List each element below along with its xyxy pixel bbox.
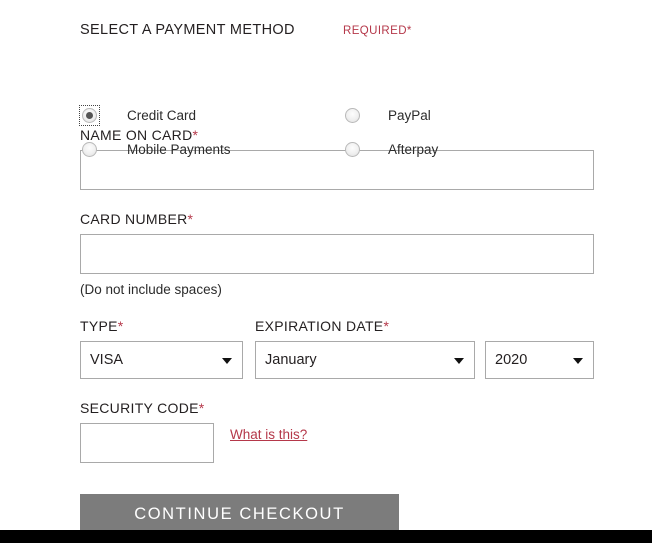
radio-icon-mobile-payments[interactable] <box>80 140 99 159</box>
label-security-code: SECURITY CODE* <box>80 399 594 417</box>
card-number-input[interactable] <box>80 234 594 274</box>
radio-option-afterpay[interactable]: Afterpay <box>343 139 438 159</box>
card-type-selected-value: VISA <box>90 352 124 368</box>
field-security-code: SECURITY CODE* What is this? <box>80 399 594 463</box>
radio-icon-afterpay[interactable] <box>343 140 362 159</box>
required-badge: REQUIRED* <box>343 25 412 37</box>
expiration-month-selected-value: January <box>265 352 317 368</box>
continue-checkout-button[interactable]: Continue Checkout <box>80 494 399 534</box>
card-type-select[interactable]: VISA <box>80 341 243 379</box>
security-code-input[interactable] <box>80 423 214 463</box>
expiration-month-select[interactable]: January <box>255 341 475 379</box>
field-card-type: TYPE* VISA <box>80 317 243 383</box>
radio-label-mobile-payments: Mobile Payments <box>127 141 231 157</box>
security-code-help-link[interactable]: What is this? <box>230 427 307 442</box>
payment-form: SELECT A PAYMENT METHOD REQUIRED* Credit… <box>79 22 594 534</box>
field-card-number: CARD NUMBER* (Do not include spaces) <box>80 210 594 297</box>
label-card-number: CARD NUMBER* <box>80 210 594 228</box>
chevron-down-icon <box>222 358 232 364</box>
chevron-down-icon <box>454 358 464 364</box>
required-asterisk: * <box>117 318 124 334</box>
label-card-type-text: TYPE <box>80 318 118 334</box>
required-asterisk: * <box>198 400 205 416</box>
section-header: SELECT A PAYMENT METHOD REQUIRED* <box>80 22 594 44</box>
radio-icon-paypal[interactable] <box>343 106 362 125</box>
field-expiration-date: EXPIRATION DATE* January 2020 <box>255 317 594 379</box>
page-title: SELECT A PAYMENT METHOD <box>80 22 295 38</box>
footer-bar <box>0 530 652 543</box>
payment-form-page: SELECT A PAYMENT METHOD REQUIRED* Credit… <box>0 0 652 534</box>
chevron-down-icon <box>573 358 583 364</box>
label-expiration-date-text: EXPIRATION DATE <box>255 318 384 334</box>
radio-label-credit-card: Credit Card <box>127 107 197 123</box>
expiration-year-select[interactable]: 2020 <box>485 341 594 379</box>
expiration-selects: January 2020 <box>255 341 594 379</box>
required-asterisk: * <box>187 211 194 227</box>
card-type-expiration-row: TYPE* VISA EXPIRATION DATE* January 2020 <box>80 317 594 379</box>
radio-option-mobile-payments[interactable]: Mobile Payments <box>80 139 231 159</box>
radio-option-paypal[interactable]: PayPal <box>343 105 431 125</box>
radio-option-credit-card[interactable]: Credit Card <box>79 104 197 126</box>
payment-method-radio-group: Credit Card PayPal Mobile Payments After… <box>79 60 500 157</box>
label-security-code-text: SECURITY CODE <box>80 400 199 416</box>
card-number-hint: (Do not include spaces) <box>80 282 222 297</box>
label-expiration-date: EXPIRATION DATE* <box>255 317 594 335</box>
label-card-number-text: CARD NUMBER <box>80 211 188 227</box>
label-card-type: TYPE* <box>80 317 243 335</box>
radio-icon-credit-card[interactable] <box>79 104 100 126</box>
required-asterisk: * <box>383 318 390 334</box>
radio-label-paypal: PayPal <box>388 107 431 123</box>
radio-label-afterpay: Afterpay <box>388 141 439 157</box>
